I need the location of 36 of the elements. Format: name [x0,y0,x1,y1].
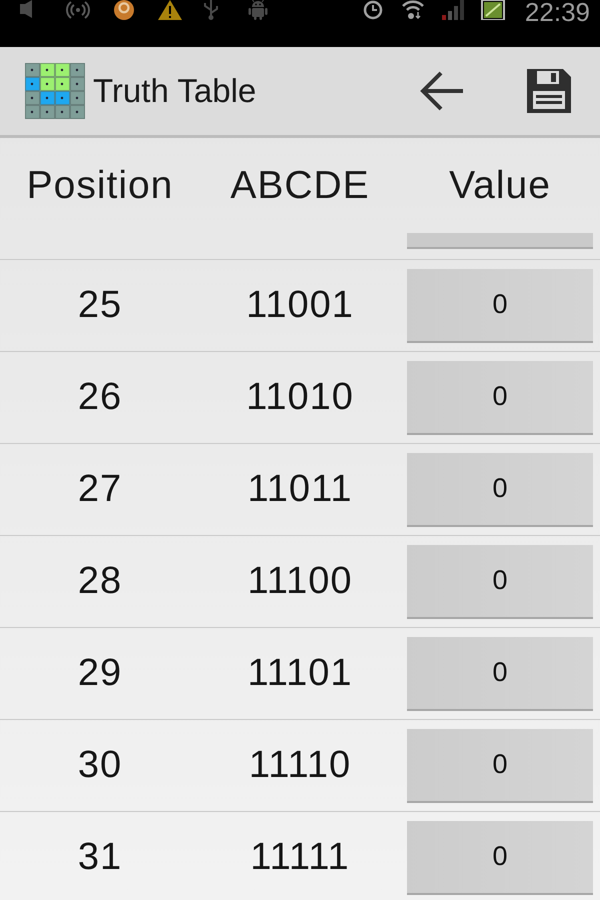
inputs-cell: 11010 [246,376,354,419]
inputs-cell: 11111 [250,836,350,879]
column-header: Value [449,164,551,208]
position-cell: 26 [78,376,122,419]
column-header: ABCDE [230,164,370,208]
position-cell: 29 [78,652,122,695]
usb-icon [204,0,218,20]
position-cell: 28 [78,560,122,603]
value-button[interactable]: 0 [407,820,593,894]
position-cell: 30 [78,744,122,787]
battery-icon [480,0,505,20]
signal-bars-icon [440,0,465,20]
clock-time: 22:39 [524,0,590,24]
speaker-icon [20,0,32,18]
column-header: Position [26,164,174,208]
inputs-cell: 11011 [247,468,353,511]
value-button[interactable]: 0 [407,544,593,618]
wifi-icon [400,0,425,20]
save-icon[interactable] [527,69,571,113]
value-button[interactable]: 0 [407,452,593,526]
back-arrow-icon[interactable] [419,71,465,111]
position-cell: 27 [78,468,122,511]
app-logo-icon [25,63,85,119]
value-button[interactable]: 0 [407,360,593,434]
value-button[interactable]: 0 [407,268,593,342]
value-button[interactable]: 0 [407,636,593,710]
inputs-cell: 11100 [247,560,353,603]
inputs-cell: 11001 [246,284,354,327]
app-title: Truth Table [93,72,256,110]
inputs-cell: 11110 [248,744,352,787]
ring-logo-icon [112,0,136,20]
position-cell: 25 [78,284,122,327]
inputs-cell: 11101 [247,652,353,695]
value-button[interactable]: 0 [407,728,593,802]
signal-waves-icon [66,0,90,20]
position-cell: 31 [78,836,122,879]
